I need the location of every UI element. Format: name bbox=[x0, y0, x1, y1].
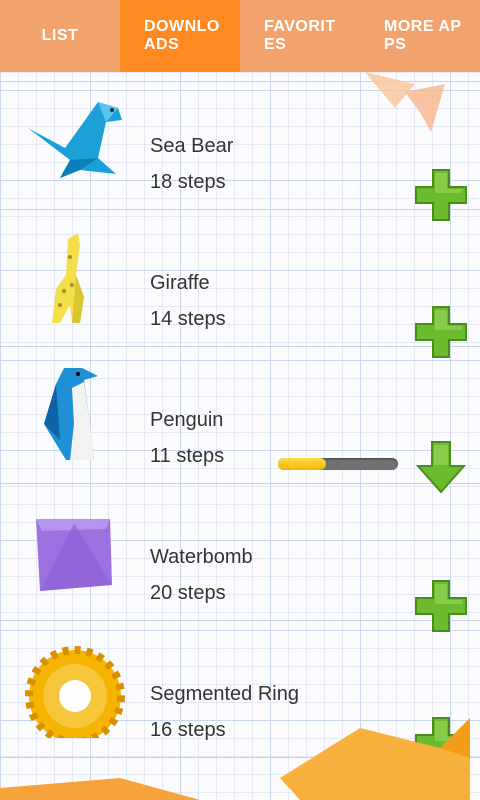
origami-giraffe-icon bbox=[52, 233, 84, 323]
model-list[interactable]: Sea Bear 18 steps Giraffe 14 steps Pengu bbox=[0, 72, 480, 800]
tab-bar: LIST DOWNLOADS FAVORITES MORE APPS bbox=[0, 0, 480, 72]
list-item[interactable]: Waterbomb 20 steps bbox=[0, 483, 480, 632]
origami-animals-decoration bbox=[0, 718, 470, 800]
origami-waterbomb-icon bbox=[36, 519, 112, 591]
origami-sea-bear-icon bbox=[28, 102, 122, 178]
origami-penguin-icon bbox=[44, 368, 98, 460]
tab-more-apps[interactable]: MORE APPS bbox=[360, 0, 480, 72]
list-item[interactable]: Giraffe 14 steps bbox=[0, 209, 480, 358]
download-progress-bar bbox=[278, 458, 398, 470]
tab-list[interactable]: LIST bbox=[0, 0, 120, 72]
tab-favorites[interactable]: FAVORITES bbox=[240, 0, 360, 72]
download-progress-fill bbox=[278, 458, 326, 470]
origami-bird-decoration bbox=[365, 72, 445, 132]
list-item[interactable]: Penguin 11 steps bbox=[0, 346, 480, 494]
tab-downloads[interactable]: DOWNLOADS bbox=[120, 0, 240, 72]
